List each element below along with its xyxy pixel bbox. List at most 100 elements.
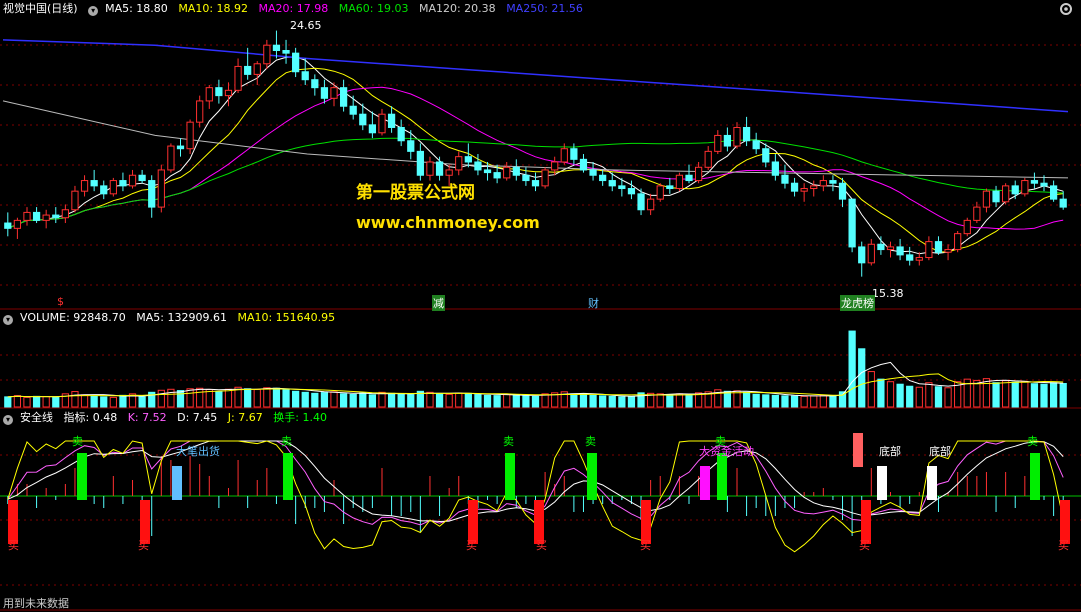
- candle-body: [493, 172, 501, 179]
- candle-body: [906, 254, 914, 261]
- sell-signal-bar: [77, 453, 87, 500]
- candle-body: [435, 161, 444, 176]
- volume-ma5-label: MA5: 132909.61: [136, 311, 227, 324]
- marker-lhb[interactable]: 龙虎榜: [840, 295, 875, 311]
- marker-reduce[interactable]: 减: [432, 295, 445, 311]
- footer-note: 用到未来数据: [3, 597, 69, 610]
- candle-body: [886, 246, 895, 251]
- volume-ma10-label: MA10: 151640.95: [237, 311, 336, 324]
- indicator-value: 指标: 0.48: [63, 411, 118, 424]
- sell-label: 卖: [503, 435, 514, 448]
- volume-bar: [349, 393, 357, 408]
- indicator-header: ▾ 安全线 指标: 0.48 K: 7.52 D: 7.45 J: 7.67 换手…: [3, 411, 334, 425]
- volume-bar: [992, 382, 1000, 408]
- indicator-name: 安全线: [20, 411, 53, 424]
- volume-bar: [819, 394, 827, 408]
- volume-bar: [618, 396, 626, 408]
- big-money-bar: [700, 466, 710, 500]
- marker-finance[interactable]: 财: [588, 295, 599, 311]
- candle-body: [32, 211, 41, 221]
- candle-body: [1040, 182, 1048, 187]
- volume-bar: [982, 378, 991, 408]
- candle-body: [666, 185, 674, 190]
- candle-body: [992, 190, 1000, 203]
- candle-body: [282, 50, 290, 54]
- candle-body: [608, 180, 616, 187]
- candle-body: [704, 150, 712, 168]
- candle-body: [368, 124, 377, 134]
- dropdown-icon[interactable]: ▾: [3, 315, 13, 325]
- dropdown-icon[interactable]: ▾: [3, 415, 13, 425]
- candle-body: [138, 174, 146, 182]
- buy-label: 买: [466, 539, 477, 552]
- buy-label: 买: [138, 539, 149, 552]
- volume-bar: [445, 393, 453, 408]
- sell-label: 卖: [585, 435, 596, 448]
- volume-bar: [541, 393, 549, 408]
- volume-bar: [934, 386, 943, 408]
- stock-title[interactable]: 视觉中国(日线): [3, 2, 78, 15]
- volume-header: ▾ VOLUME: 92848.70 MA5: 132909.61 MA10: 1…: [3, 311, 342, 325]
- volume-bar: [1040, 383, 1048, 408]
- stock-chart-window: { "price_panel": { "title": "视觉中国(日线)", …: [0, 0, 1081, 612]
- candle-body: [599, 174, 607, 182]
- volume-bar: [368, 394, 377, 408]
- watermark-url: www.chnmoney.com: [356, 213, 540, 232]
- sell-label: 卖: [281, 435, 292, 448]
- candle-body: [944, 249, 952, 253]
- gear-icon[interactable]: [1057, 2, 1075, 16]
- volume-bar: [397, 393, 405, 408]
- volume-bar: [292, 390, 300, 408]
- candle-body: [954, 233, 962, 251]
- volume-bar: [4, 396, 12, 408]
- candle-body: [215, 87, 223, 97]
- d-label: D: 7.45: [177, 411, 218, 424]
- candle-body: [61, 209, 69, 219]
- candle-body: [157, 169, 165, 208]
- volume-bar: [244, 388, 252, 408]
- candle-body: [982, 190, 991, 208]
- low-price-label: 15.38: [872, 287, 904, 300]
- volume-bar: [781, 395, 789, 408]
- buy-label: 买: [640, 539, 651, 552]
- candle-body: [244, 65, 252, 75]
- volume-bar: [858, 348, 866, 408]
- candle-body: [416, 150, 424, 176]
- candle-body: [100, 185, 108, 195]
- candle-body: [196, 100, 204, 123]
- volume-bar: [723, 390, 732, 408]
- volume-label: VOLUME: 92848.70: [20, 311, 126, 324]
- alert-bar: [853, 433, 863, 467]
- buy-label: 买: [1058, 539, 1069, 552]
- dropdown-icon[interactable]: ▾: [88, 6, 99, 16]
- volume-bar: [829, 395, 837, 408]
- volume-bar: [810, 395, 818, 408]
- candle-body: [694, 166, 703, 182]
- candle-body: [503, 166, 511, 179]
- candle-body: [426, 161, 434, 176]
- volume-bar: [282, 388, 290, 408]
- marker-dividend[interactable]: $: [57, 295, 64, 308]
- candle-body: [714, 134, 722, 152]
- big-sell-label: 大笔出货: [176, 445, 220, 458]
- volume-bar: [52, 396, 60, 408]
- volume-bar: [109, 396, 117, 408]
- candle-body: [1002, 185, 1010, 203]
- candle-body: [819, 180, 827, 187]
- volume-bar: [599, 395, 607, 408]
- volume-bar: [32, 395, 41, 408]
- volume-bar: [387, 392, 396, 408]
- candle-body: [186, 121, 194, 150]
- candle-body: [234, 65, 242, 91]
- candle-body: [397, 126, 405, 142]
- buy-label: 买: [859, 539, 870, 552]
- volume-bar: [157, 389, 165, 408]
- candle-body: [167, 145, 175, 171]
- candle-body: [52, 214, 60, 219]
- volume-bar: [493, 395, 501, 408]
- j-label: J: 7.67: [227, 411, 263, 424]
- candle-body: [579, 158, 588, 171]
- candle-body: [301, 71, 309, 81]
- volume-bar: [263, 387, 271, 408]
- volume-bar: [100, 396, 108, 408]
